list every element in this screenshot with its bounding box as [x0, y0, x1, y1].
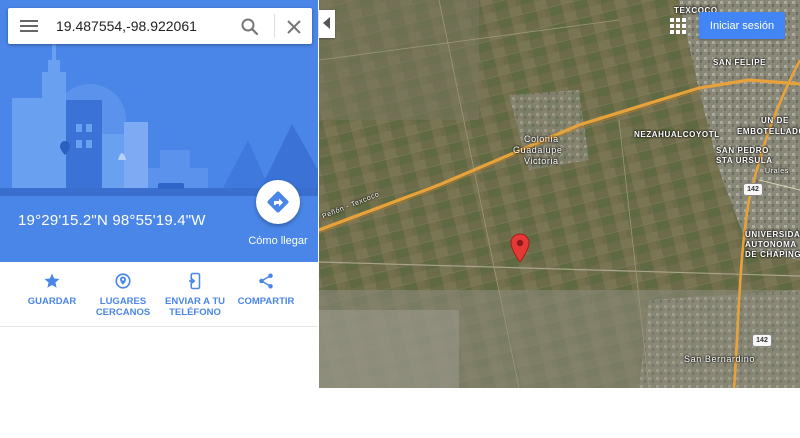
send-to-phone-icon: [189, 272, 201, 290]
collapse-panel-button[interactable]: [319, 10, 335, 38]
star-icon: [44, 273, 60, 288]
map-label-san-bernardino: San Bernardino: [684, 354, 755, 364]
map-label-san-pedro: SAN PEDRO: [716, 146, 769, 155]
share-icon: [259, 273, 273, 289]
menu-icon[interactable]: [20, 18, 38, 34]
directions-label[interactable]: Cómo llegar: [240, 235, 316, 247]
map-label-embotellador: EMBOTELLADOR: [737, 127, 800, 136]
map-label-victoria: Victoria: [524, 156, 559, 166]
apps-grid-icon[interactable]: [670, 18, 686, 34]
place-hero: 19°29'15.2"N 98°55'19.4"W Cómo llegar: [0, 0, 318, 262]
search-input[interactable]: [56, 16, 236, 36]
map-label-un-de: UN DE: [761, 116, 789, 125]
signin-button[interactable]: Iniciar sesión: [699, 12, 785, 39]
search-box: [8, 8, 312, 44]
map-label-urales: Urales: [765, 168, 789, 175]
place-panel: 19°29'15.2"N 98°55'19.4"W Cómo llegar GU…: [0, 0, 318, 388]
map-label-guadalupe: Guadalupe: [513, 145, 563, 155]
send-to-phone-label: ENVIAR A TU TELÉFONO: [165, 296, 225, 318]
search-divider: [274, 14, 275, 38]
save-button[interactable]: GUARDAR: [16, 272, 88, 307]
nearby-button[interactable]: LUGARES CERCANOS: [87, 272, 159, 318]
satellite-map[interactable]: TEXCOCO SAN FELIPE Colonia Guadalupe Vic…: [319, 0, 800, 388]
map-label-san-felipe: SAN FELIPE: [713, 58, 767, 67]
route-shield-south: 142: [752, 334, 772, 347]
directions-button[interactable]: [256, 180, 300, 224]
map-label-autonoma: AUTONOMA: [745, 240, 797, 249]
action-bar: GUARDAR LUGARES CERCANOS ENVIAR A TU TEL…: [0, 262, 318, 327]
share-label: COMPARTIR: [237, 296, 295, 307]
share-button[interactable]: COMPARTIR: [230, 272, 302, 307]
save-label: GUARDAR: [27, 296, 77, 307]
map-label-colonia: Colonia: [524, 134, 559, 144]
map-label-universidad: UNIVERSIDAD: [745, 230, 800, 239]
map-label-nezahualcoyotl: NEZAHUALCOYOTL: [634, 130, 720, 139]
directions-icon: [267, 191, 289, 213]
location-pin-icon[interactable]: [510, 233, 530, 263]
send-to-phone-button[interactable]: ENVIAR A TU TELÉFONO: [159, 272, 231, 318]
nearby-label: LUGARES CERCANOS: [95, 296, 151, 318]
chevron-left-icon: [323, 17, 330, 29]
nearby-icon: [115, 273, 131, 289]
route-shield: 142: [743, 183, 763, 196]
close-icon[interactable]: [284, 17, 304, 37]
search-icon[interactable]: [240, 17, 260, 37]
place-coordinates: 19°29'15.2"N 98°55'19.4"W: [18, 212, 206, 229]
map-label-sta-ursula: STA URSULA: [716, 156, 773, 165]
map-label-de-chapingo: DE CHAPINGO: [745, 250, 800, 259]
